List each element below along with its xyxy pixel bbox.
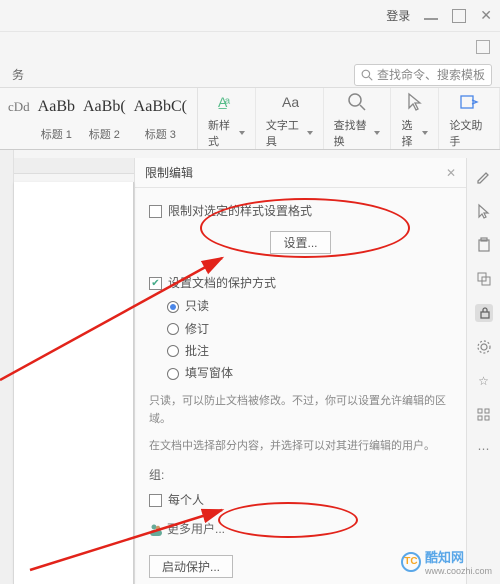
panel-close-icon[interactable]: ✕ (446, 166, 456, 180)
window-titlebar: 登录 ✕ (0, 0, 500, 32)
watermark-brand: 酷知网 (425, 547, 492, 566)
star-icon[interactable]: ☆ (475, 372, 493, 390)
restrict-edit-panel: 限制编辑 ✕ 限制对选定的样式设置格式 设置... ✔ 设置文档的保护方式 只读… (134, 158, 466, 584)
settings-button[interactable]: 设置... (270, 231, 330, 254)
users-icon (149, 523, 163, 537)
protect-method-checkbox[interactable]: ✔ 设置文档的保护方式 (149, 274, 452, 293)
more-users-link[interactable]: 更多用户... (149, 520, 452, 539)
text-tool-icon: Aa (279, 89, 299, 115)
select-icon[interactable] (475, 202, 493, 220)
minimize-icon[interactable] (424, 18, 438, 20)
second-controls (0, 32, 500, 62)
style-gallery[interactable]: cDd AaBb 标题 1 AaBb( 标题 2 AaBbC( 标题 3 (4, 88, 198, 149)
clipboard-icon[interactable] (475, 236, 493, 254)
chevron-down-icon (239, 131, 245, 135)
chevron-down-icon (422, 131, 428, 135)
document-page[interactable] (14, 182, 134, 584)
watermark-domain: www.coozhi.com (425, 566, 492, 576)
ribbon: cDd AaBb 标题 1 AaBb( 标题 2 AaBbC( 标题 3 A̲ͣ… (0, 88, 500, 150)
chevron-down-icon (374, 131, 380, 135)
ruler (14, 158, 134, 174)
cursor-icon (406, 89, 424, 115)
checkbox-icon (149, 205, 162, 218)
ribbon-tabs: 务 查找命令、搜索模板 (0, 62, 500, 88)
find-replace-button[interactable]: 查找替换 (324, 88, 392, 149)
svg-text:A̲ͣ: A̲ͣ (218, 94, 231, 110)
translate-icon[interactable] (475, 270, 493, 288)
format-restrict-checkbox[interactable]: 限制对选定的样式设置格式 (149, 202, 452, 221)
checkbox-checked-icon: ✔ (149, 277, 162, 290)
more-icon[interactable]: ⋯ (475, 440, 493, 458)
style-item-prev[interactable]: cDd (4, 88, 34, 126)
ribbon-tab[interactable]: 务 (6, 66, 30, 83)
radio-icon (167, 323, 179, 335)
left-gutter (0, 150, 14, 584)
radio-readonly[interactable]: 只读 (167, 297, 452, 316)
new-style-button[interactable]: A̲ͣ 新样式 (198, 88, 256, 149)
right-sidebar: ☆ ⋯ (466, 158, 500, 584)
maximize-icon[interactable] (452, 9, 466, 23)
group-label: 组: (149, 466, 452, 485)
find-replace-icon (346, 89, 368, 115)
radio-icon (167, 345, 179, 357)
close-icon[interactable]: ✕ (480, 7, 492, 24)
readonly-desc: 只读，可以防止文档被修改。不过，你可以设置允许编辑的区域。 (149, 393, 452, 428)
select-button[interactable]: 选择 (391, 88, 439, 149)
svg-text:Aa: Aa (282, 94, 299, 110)
watermark: TC 酷知网 www.coozhi.com (401, 547, 492, 576)
edit-icon[interactable] (475, 168, 493, 186)
start-protect-button[interactable]: 启动保护... (149, 555, 233, 578)
radio-form[interactable]: 填写窗体 (167, 364, 452, 383)
select-users-desc: 在文档中选择部分内容，并选择可以对其进行编辑的用户。 (149, 438, 452, 456)
radio-comment[interactable]: 批注 (167, 342, 452, 361)
settings-icon[interactable] (475, 338, 493, 356)
checkbox-icon (149, 494, 162, 507)
search-placeholder: 查找命令、搜索模板 (377, 66, 485, 83)
search-icon (361, 69, 373, 81)
text-tool-button[interactable]: Aa 文字工具 (256, 88, 324, 149)
panel-title: 限制编辑 (145, 164, 193, 181)
command-search[interactable]: 查找命令、搜索模板 (354, 64, 492, 86)
window-mode-icon[interactable] (476, 40, 490, 54)
watermark-logo: TC (401, 552, 421, 572)
everyone-checkbox[interactable]: 每个人 (149, 491, 452, 510)
lock-icon[interactable] (475, 304, 493, 322)
style-item-h2[interactable]: AaBb( 标题 2 (79, 88, 130, 144)
style-item-h3[interactable]: AaBbC( 标题 3 (130, 88, 191, 144)
thesis-icon (458, 89, 480, 115)
radio-icon (167, 368, 179, 380)
chevron-down-icon (307, 131, 313, 135)
login-link[interactable]: 登录 (386, 7, 410, 24)
new-style-icon: A̲ͣ (216, 89, 236, 115)
workarea: 限制编辑 ✕ 限制对选定的样式设置格式 设置... ✔ 设置文档的保护方式 只读… (0, 150, 500, 584)
style-item-h1[interactable]: AaBb 标题 1 (34, 88, 79, 144)
radio-revise[interactable]: 修订 (167, 320, 452, 339)
thesis-helper-button[interactable]: 论文助手 (439, 88, 500, 149)
radio-selected-icon (167, 301, 179, 313)
grid-icon[interactable] (475, 406, 493, 424)
